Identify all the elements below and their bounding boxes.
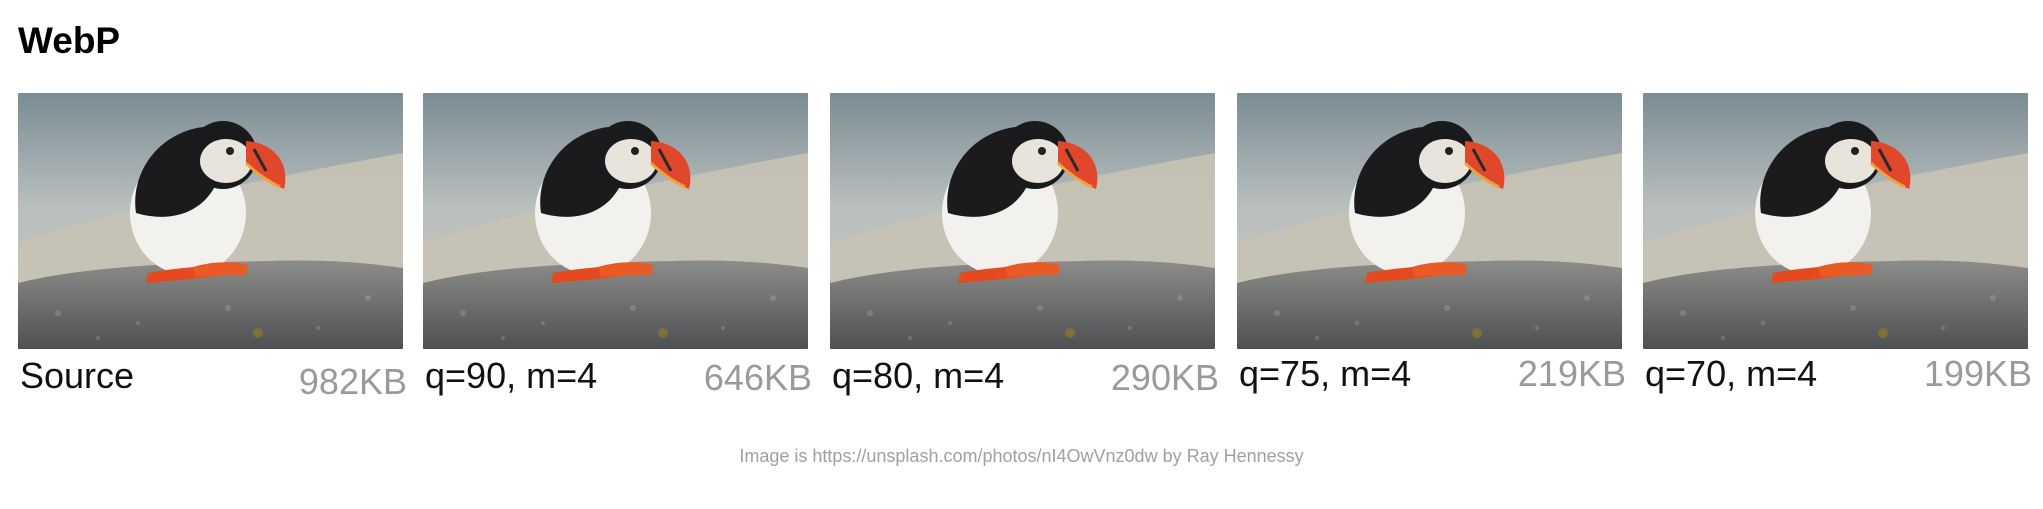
comparison-panel-2: q=90, m=4 646KB bbox=[423, 93, 812, 405]
puffin-photo bbox=[423, 93, 808, 349]
file-size: 219KB bbox=[1517, 353, 1626, 394]
file-size: 199KB bbox=[1923, 353, 2032, 394]
file-size: 646KB bbox=[703, 357, 812, 398]
variant-label: q=90, m=4 bbox=[425, 355, 598, 396]
puffin-photo bbox=[1237, 93, 1622, 349]
puffin-photo bbox=[1643, 93, 2028, 349]
panel-caption: Source 982KB bbox=[18, 355, 407, 405]
variant-label: Source bbox=[20, 355, 135, 396]
panel-caption: q=80, m=4 290KB bbox=[830, 355, 1219, 405]
puffin-photo bbox=[830, 93, 1215, 349]
comparison-panel-5: q=70, m=4 199KB bbox=[1643, 93, 2032, 405]
panel-caption: q=70, m=4 199KB bbox=[1643, 353, 2032, 405]
comparison-panel-4: q=75, m=4 219KB bbox=[1237, 93, 1626, 405]
variant-label: q=80, m=4 bbox=[832, 355, 1005, 396]
comparison-panel-1: Source 982KB bbox=[18, 93, 407, 405]
file-size: 290KB bbox=[1110, 357, 1219, 398]
file-size: 982KB bbox=[298, 361, 407, 402]
variant-label: q=75, m=4 bbox=[1239, 353, 1412, 394]
panel-caption: q=75, m=4 219KB bbox=[1237, 353, 1626, 405]
puffin-photo bbox=[18, 93, 403, 349]
comparison-panel-3: q=80, m=4 290KB bbox=[830, 93, 1219, 405]
variant-label: q=70, m=4 bbox=[1645, 353, 1818, 394]
panel-caption: q=90, m=4 646KB bbox=[423, 355, 812, 405]
image-credit: Image is https://unsplash.com/photos/nI4… bbox=[739, 446, 1304, 466]
page-title: WebP bbox=[18, 20, 121, 61]
